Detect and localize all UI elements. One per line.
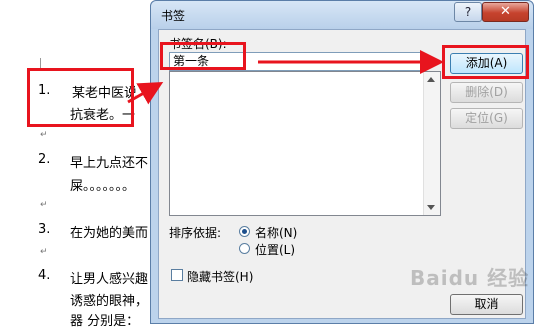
list-item-text[interactable]: 诱惑的眼神， bbox=[70, 290, 148, 309]
watermark-logo: Baidu 经验 bbox=[410, 266, 530, 290]
help-button[interactable]: ? bbox=[454, 2, 482, 22]
sort-by-name-label[interactable]: 名称(N) bbox=[255, 224, 297, 241]
scroll-up-icon[interactable] bbox=[427, 77, 435, 82]
cancel-button[interactable]: 取消 bbox=[450, 294, 523, 315]
list-number: 2. bbox=[38, 152, 51, 167]
highlight-box-add-button bbox=[442, 45, 529, 79]
paragraph-mark: ↵ bbox=[40, 247, 48, 257]
goto-button[interactable]: 定位(G) bbox=[450, 108, 523, 129]
list-number: 4. bbox=[38, 268, 51, 283]
delete-button[interactable]: 删除(D) bbox=[450, 82, 523, 103]
dialog-titlebar[interactable]: 书签 ? ✕ bbox=[151, 1, 533, 29]
highlight-box-name-input bbox=[160, 42, 246, 70]
sort-by-location-label[interactable]: 位置(L) bbox=[255, 241, 295, 258]
list-item-text[interactable]: 在为她的美而 bbox=[70, 222, 148, 241]
radio-selected-dot bbox=[242, 229, 247, 234]
sort-by-location-radio[interactable] bbox=[239, 243, 250, 254]
list-item-text[interactable]: 器 分别是： bbox=[70, 310, 139, 329]
list-item-text[interactable]: 早上九点还不 bbox=[70, 152, 148, 171]
hidden-bookmarks-checkbox[interactable] bbox=[171, 269, 183, 281]
list-scrollbar[interactable] bbox=[423, 72, 440, 215]
paragraph-mark: ↵ bbox=[40, 200, 48, 210]
highlight-box-cursor bbox=[27, 68, 134, 127]
hidden-bookmarks-label[interactable]: 隐藏书签(H) bbox=[187, 268, 253, 285]
bookmark-list[interactable] bbox=[169, 71, 441, 216]
dialog-title: 书签 bbox=[161, 9, 186, 23]
list-item-text[interactable]: 屎。。。。。。。 bbox=[70, 175, 135, 194]
close-button[interactable]: ✕ bbox=[482, 2, 529, 22]
scroll-down-icon[interactable] bbox=[427, 205, 435, 210]
close-icon: ✕ bbox=[500, 4, 511, 19]
list-item-text[interactable]: 让男人感兴趣 bbox=[70, 268, 148, 287]
paragraph-mark: ↵ bbox=[40, 130, 48, 140]
help-icon: ? bbox=[464, 5, 472, 19]
list-number: 3. bbox=[38, 222, 51, 237]
sort-by-name-radio[interactable] bbox=[239, 226, 250, 237]
sort-by-label: 排序依据: bbox=[169, 226, 222, 240]
